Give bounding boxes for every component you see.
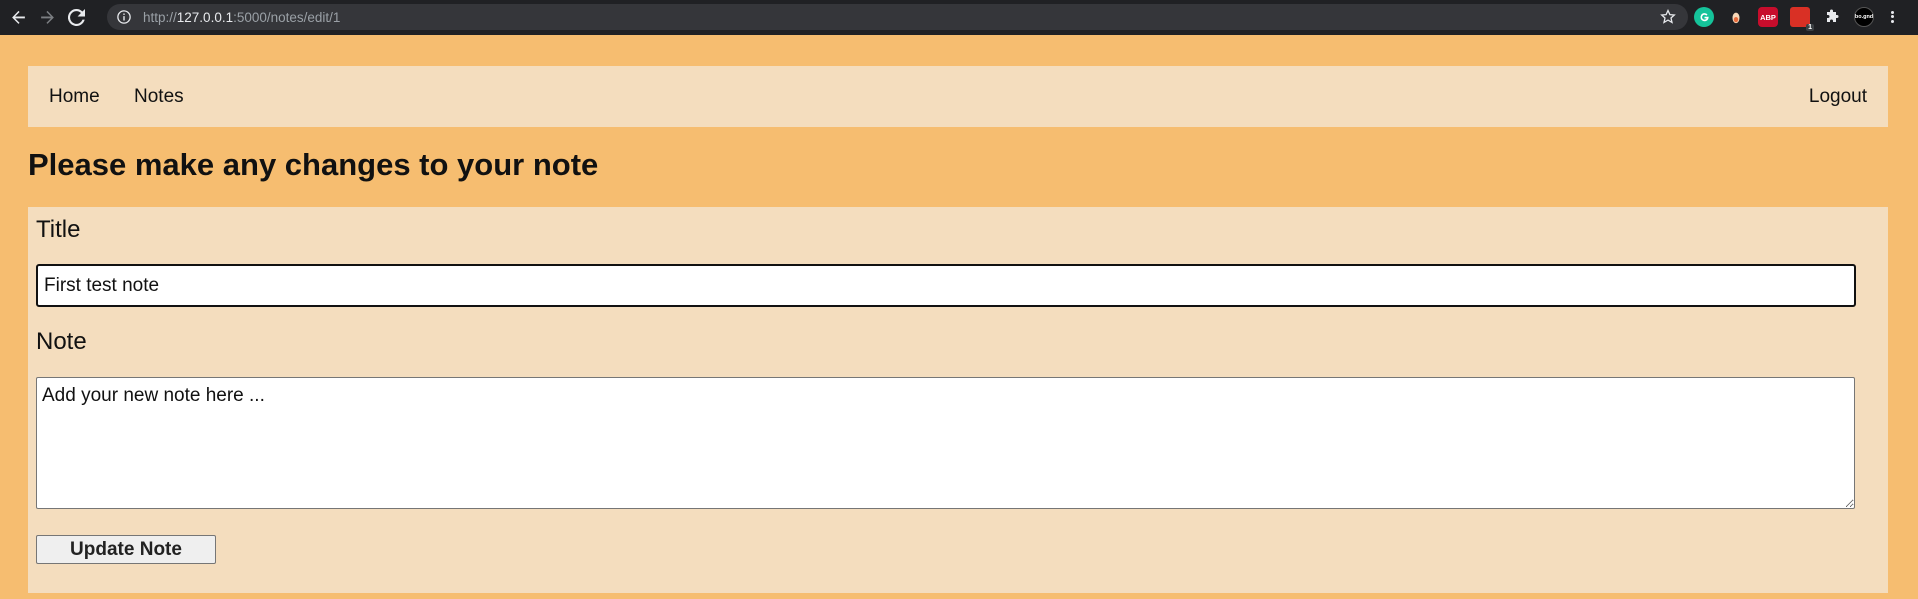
extension-icon[interactable]: [1726, 7, 1746, 27]
extension-red-icon[interactable]: 1: [1790, 7, 1814, 31]
nav-link-logout[interactable]: Logout: [1809, 86, 1867, 108]
nav-link-notes[interactable]: Notes: [134, 86, 184, 108]
update-note-button[interactable]: Update Note: [36, 535, 216, 564]
profile-label: bo.gnd: [1854, 14, 1874, 20]
nav-link-home[interactable]: Home: [49, 86, 100, 108]
page-title: Please make any changes to your note: [28, 147, 599, 182]
title-input[interactable]: [36, 264, 1856, 307]
back-button[interactable]: [7, 7, 29, 29]
url-text: http://127.0.0.1:5000/notes/edit/1: [143, 10, 340, 25]
forward-arrow-icon: [40, 10, 54, 24]
reload-button[interactable]: [65, 7, 87, 29]
forward-button[interactable]: [36, 7, 58, 29]
url-scheme: http://: [143, 9, 177, 25]
extensions-bar: ABP 1 bo.gnd: [1694, 6, 1898, 31]
adblock-plus-label: ABP: [1760, 12, 1776, 22]
reload-icon: [67, 9, 85, 26]
adblock-plus-icon[interactable]: ABP: [1758, 7, 1778, 27]
browser-menu-icon[interactable]: [1886, 7, 1898, 27]
site-info-icon[interactable]: [116, 9, 132, 25]
extension-badge: 1: [1806, 24, 1814, 31]
profile-icon[interactable]: bo.gnd: [1854, 7, 1874, 27]
url-host: 127.0.0.1: [176, 9, 234, 25]
edit-note-form: Title Note Update Note: [28, 207, 1888, 593]
address-bar[interactable]: http://127.0.0.1:5000/notes/edit/1: [107, 4, 1688, 30]
url-path: :5000/notes/edit/1: [233, 9, 341, 25]
note-label: Note: [36, 328, 87, 355]
grammarly-icon[interactable]: [1694, 7, 1714, 27]
bookmark-star-icon[interactable]: [1660, 9, 1676, 25]
note-textarea[interactable]: [36, 377, 1855, 509]
back-arrow-icon: [11, 10, 25, 24]
extensions-puzzle-icon[interactable]: [1822, 7, 1842, 27]
browser-toolbar: http://127.0.0.1:5000/notes/edit/1 ABP 1…: [0, 0, 1918, 35]
top-navbar: Home Notes Logout: [28, 66, 1888, 127]
title-label: Title: [36, 216, 81, 243]
